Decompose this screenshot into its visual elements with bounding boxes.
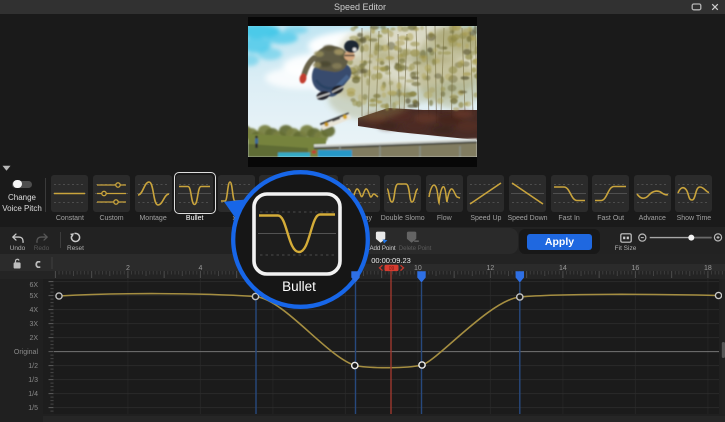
- svg-text:6X: 6X: [29, 282, 38, 289]
- svg-text:5X: 5X: [29, 293, 38, 300]
- svg-text:Original: Original: [14, 349, 39, 356]
- svg-text:12: 12: [487, 265, 495, 272]
- svg-text:3X: 3X: [29, 321, 38, 328]
- svg-text:14: 14: [559, 265, 567, 272]
- svg-text:1/4: 1/4: [28, 391, 38, 398]
- svg-text:18: 18: [704, 265, 712, 272]
- svg-text:1/2: 1/2: [28, 363, 38, 370]
- svg-text:4X: 4X: [29, 307, 38, 314]
- svg-text:1/3: 1/3: [28, 377, 38, 384]
- svg-text:8: 8: [343, 265, 347, 272]
- svg-text:10: 10: [414, 265, 422, 272]
- svg-text:2X: 2X: [29, 335, 38, 342]
- svg-text:2: 2: [126, 265, 130, 272]
- svg-text:16: 16: [632, 265, 640, 272]
- svg-text:6: 6: [271, 265, 275, 272]
- svg-text:4: 4: [198, 265, 202, 272]
- svg-text:1/5: 1/5: [28, 405, 38, 412]
